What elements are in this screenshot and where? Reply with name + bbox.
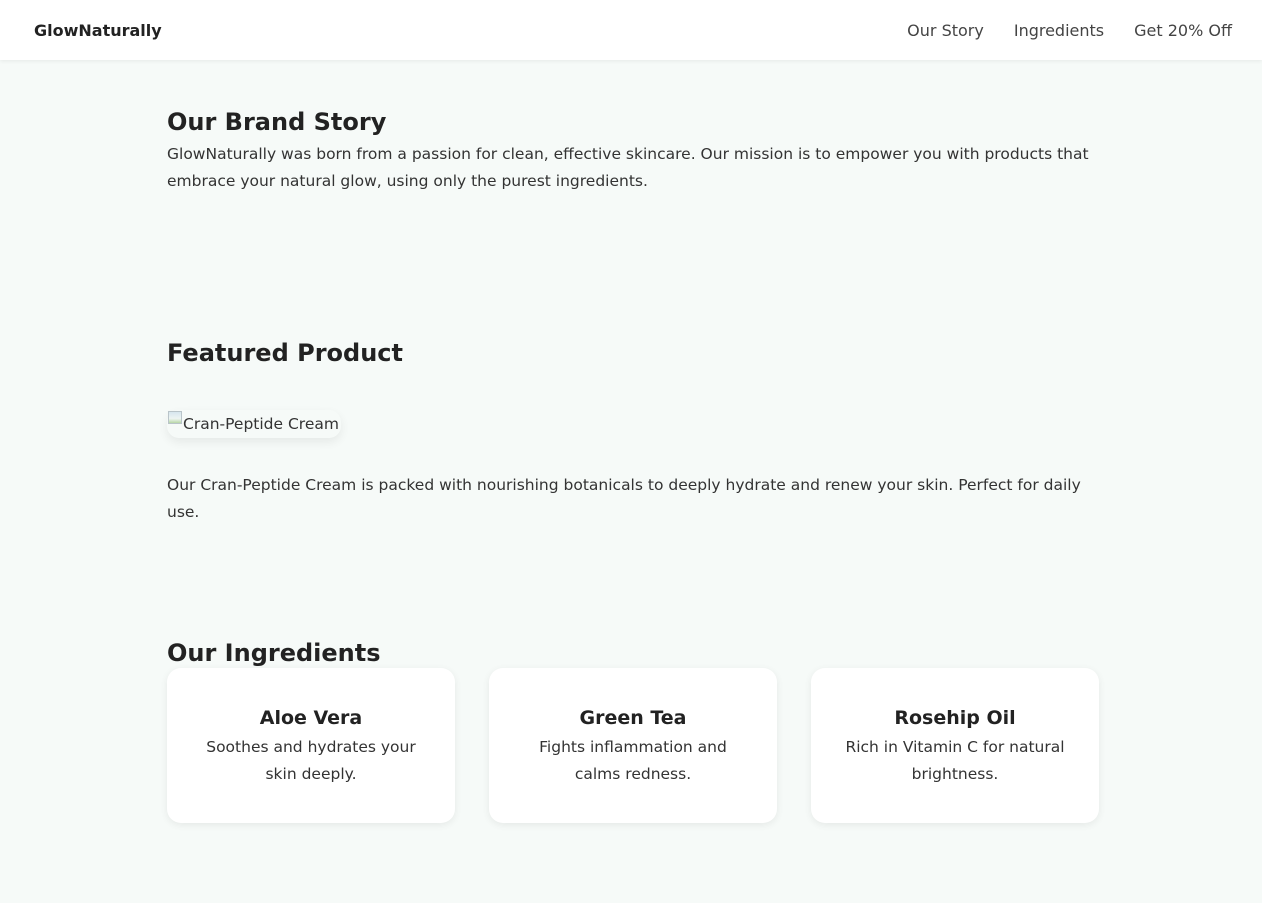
ingredient-cards: Aloe Vera Soothes and hydrates your skin… [167,667,1102,823]
site-logo[interactable]: GlowNaturally [34,21,162,40]
ingredient-card-aloe-vera: Aloe Vera Soothes and hydrates your skin… [167,667,455,823]
ingredient-name: Rosehip Oil [894,706,1016,729]
ingredient-description: Soothes and hydrates your skin deeply. [206,737,416,783]
featured-product-heading: Featured Product [167,339,403,367]
product-image: Cran-Peptide Cream [167,410,341,438]
ingredient-description: Fights inflammation and calms redness. [539,737,727,783]
ingredient-description: Rich in Vitamin C for natural brightness… [845,737,1065,783]
ingredients-heading: Our Ingredients [167,639,381,667]
ingredient-card-green-tea: Green Tea Fights inflammation and calms … [489,667,777,823]
featured-product-description: Our Cran-Peptide Cream is packed with no… [167,475,1081,521]
ingredients-section: Our Ingredients Aloe Vera Soothes and hy… [167,639,1102,823]
ingredient-name: Green Tea [579,706,687,729]
main-nav: Our Story Ingredients Get 20% Off [877,21,1232,40]
featured-product-section: Featured Product Cran-Peptide Cream Our … [167,339,1102,526]
brand-story-heading: Our Brand Story [167,108,387,136]
ingredient-card-rosehip-oil: Rosehip Oil Rich in Vitamin C for natura… [811,667,1099,823]
nav-link-get-20-off[interactable]: Get 20% Off [1134,21,1232,40]
nav-link-our-story[interactable]: Our Story [907,21,984,40]
brand-story-text: GlowNaturally was born from a passion fo… [167,144,1089,190]
broken-image-icon [167,410,183,426]
site-header: GlowNaturally Our Story Ingredients Get … [0,0,1262,60]
brand-story-section: Our Brand Story GlowNaturally was born f… [167,108,1102,195]
ingredient-name: Aloe Vera [259,706,363,729]
product-image-alt-text: Cran-Peptide Cream [183,414,339,433]
nav-link-ingredients[interactable]: Ingredients [1014,21,1104,40]
